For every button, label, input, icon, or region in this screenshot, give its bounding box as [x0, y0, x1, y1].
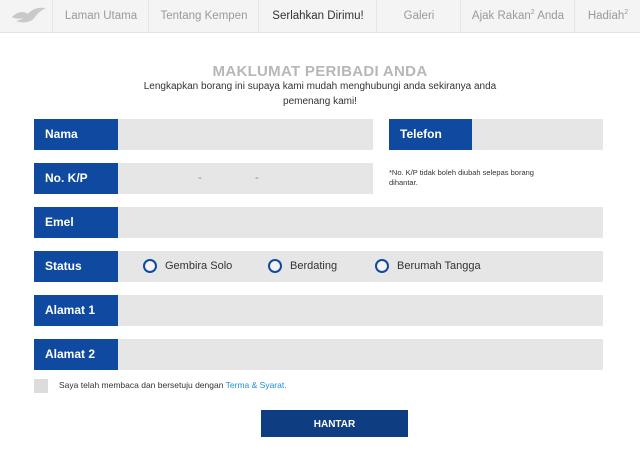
radio-icon[interactable] [268, 259, 282, 273]
submit-button[interactable]: HANTAR [261, 410, 408, 437]
nokp-separator-2: - [255, 172, 259, 184]
nokp-label: No. K/P [34, 163, 118, 194]
nokp-part3-input[interactable] [267, 163, 373, 194]
nokp-part1-input[interactable] [118, 163, 192, 194]
nav-item-ajak-rakan[interactable]: Ajak Rakan2 Anda [460, 0, 575, 32]
nav-item-laman-utama[interactable]: Laman Utama [52, 0, 149, 32]
top-nav: Laman Utama Tentang Kempen Serlahkan Dir… [0, 0, 640, 33]
terms-text: Saya telah membaca dan bersetuju dengan … [59, 380, 287, 390]
page-title: MAKLUMAT PERIBADI ANDA [212, 63, 428, 80]
nokp-field-group: - - [118, 163, 373, 194]
nav-item-galeri[interactable]: Galeri [376, 0, 461, 32]
dove-logo-icon[interactable] [10, 5, 48, 27]
radio-icon[interactable] [375, 259, 389, 273]
telefon-input[interactable] [472, 119, 603, 150]
emel-label: Emel [34, 207, 118, 238]
nama-input[interactable] [118, 119, 373, 150]
nama-label: Nama [34, 119, 118, 150]
nav-item-serlahkan-dirimu[interactable]: Serlahkan Dirimu! [258, 0, 377, 32]
emel-input[interactable] [118, 207, 603, 238]
telefon-label: Telefon [389, 119, 472, 150]
terms-checkbox[interactable] [34, 379, 48, 393]
nokp-note: *No. K/P tidak boleh diubah selepas bora… [389, 168, 534, 187]
nokp-separator-1: - [198, 172, 202, 184]
status-label: Status [34, 251, 118, 282]
alamat2-input[interactable] [118, 339, 603, 370]
nav-item-hadiah[interactable]: Hadiah2 [574, 0, 640, 32]
alamat1-input[interactable] [118, 295, 603, 326]
nokp-part2-input[interactable] [210, 163, 254, 194]
alamat1-label: Alamat 1 [34, 295, 118, 326]
terms-link[interactable]: Terma & Syarat. [226, 380, 287, 390]
nav-item-tentang-kempen[interactable]: Tentang Kempen [148, 0, 259, 32]
radio-icon[interactable] [143, 259, 157, 273]
alamat2-label: Alamat 2 [34, 339, 118, 370]
page-subtitle: Lengkapkan borang ini supaya kami mudah … [143, 81, 497, 107]
